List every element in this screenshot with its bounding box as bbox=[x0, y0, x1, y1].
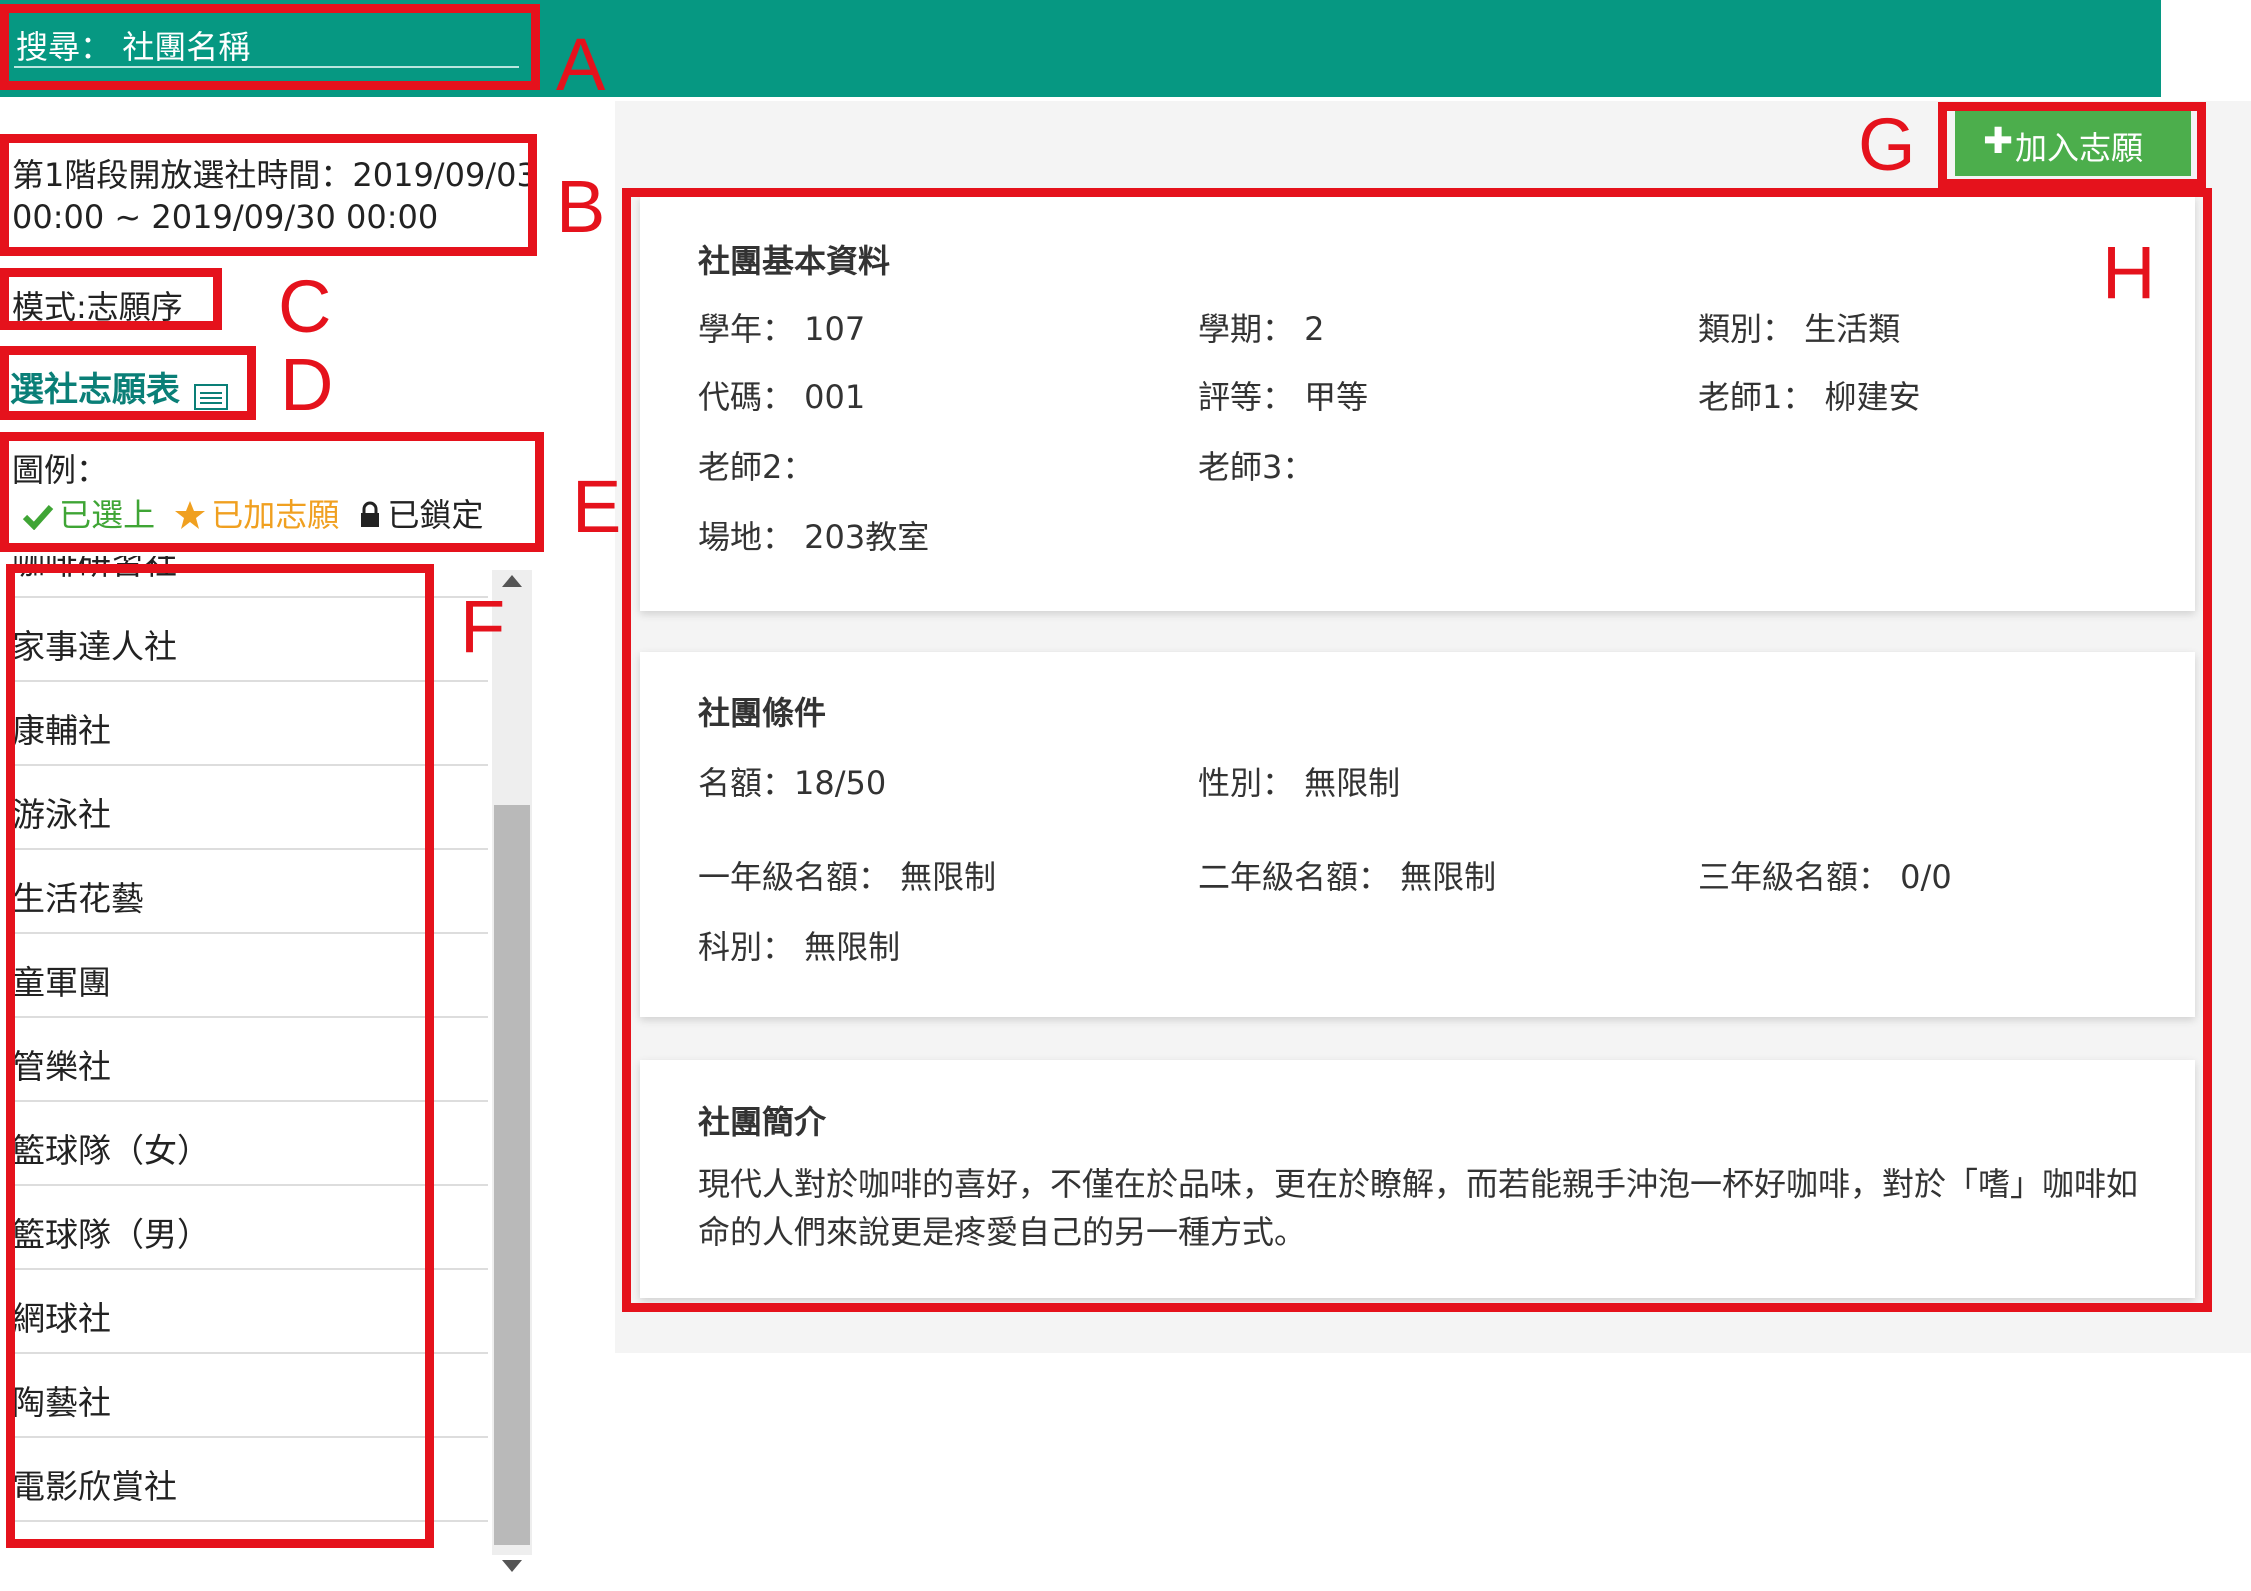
scroll-down-icon[interactable] bbox=[500, 1558, 524, 1574]
callout-box-e bbox=[0, 432, 544, 552]
scrollbar-thumb[interactable] bbox=[494, 805, 530, 1545]
callout-label-b: B bbox=[556, 165, 606, 248]
callout-box-g bbox=[1938, 102, 2206, 188]
callout-label-f: F bbox=[460, 585, 506, 668]
callout-label-d: D bbox=[280, 343, 334, 426]
callout-label-e: E bbox=[572, 465, 622, 548]
callout-label-c: C bbox=[278, 265, 332, 348]
callout-box-b bbox=[0, 134, 537, 256]
callout-label-a: A bbox=[556, 23, 606, 106]
callout-box-c bbox=[0, 268, 222, 330]
callout-label-h: H bbox=[2102, 231, 2156, 314]
callout-box-h bbox=[622, 188, 2212, 1312]
callout-box-f bbox=[6, 564, 434, 1548]
callout-label-g: G bbox=[1858, 103, 1916, 186]
callout-box-d bbox=[0, 346, 256, 420]
callout-box-a bbox=[0, 4, 540, 90]
